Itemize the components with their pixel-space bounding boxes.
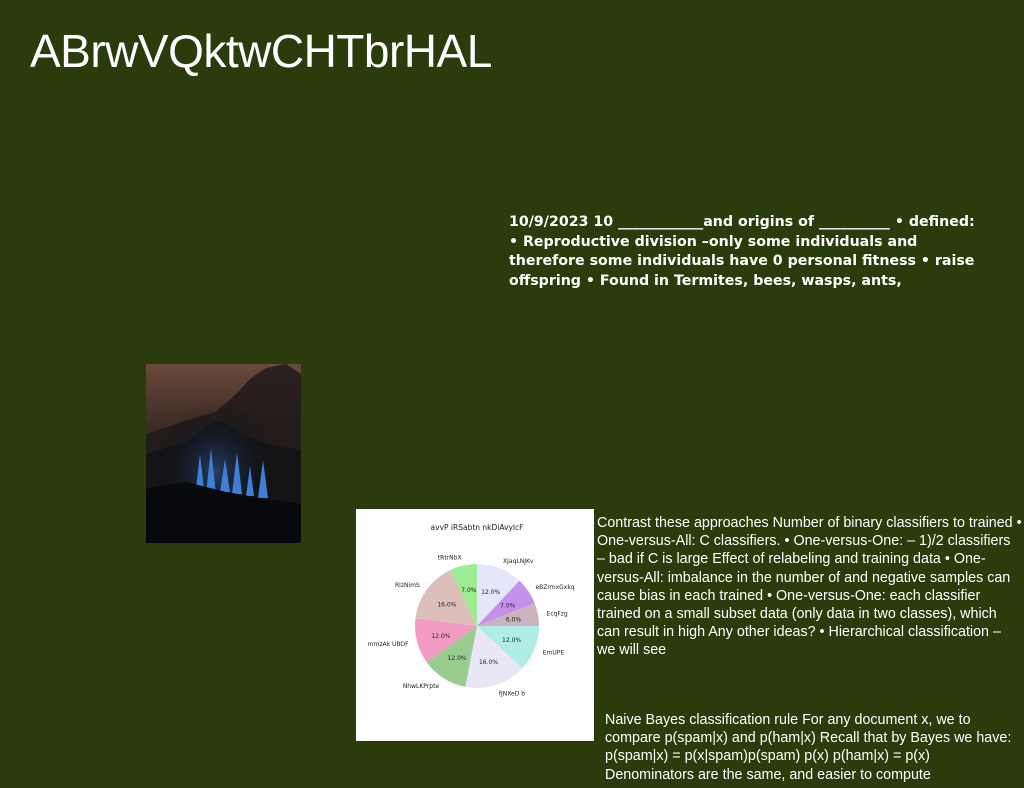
pie-category-label: XJaqLNJKv [503, 558, 534, 565]
pie-category-label: eBZrmxGxkq [535, 584, 574, 591]
pie-percent-label: 12.0% [448, 655, 467, 662]
naive-bayes-paragraph: Naive Bayes classification rule For any … [605, 712, 1012, 783]
classification-paragraph: Contrast these approaches Number of bina… [597, 515, 1022, 659]
night-forest-photo [146, 364, 301, 543]
pie-category-label: NhwLKPrpte [403, 683, 440, 690]
pie-category-label: fJNXeD b [499, 691, 525, 698]
pie-percent-label: 16.0% [479, 659, 498, 666]
pie-category-label: EmUPE [543, 650, 565, 657]
slide-title: ABrwVQktwCHTbrHAL [30, 25, 492, 77]
bold-text-block: 10/9/2023 10 ____________and origins of … [509, 214, 975, 289]
pie-percent-label: 7.0% [500, 603, 516, 610]
pie-percent-label: 6.0% [506, 617, 522, 624]
pie-category-label: tRtrNbX [438, 555, 462, 562]
pie-percent-label: 16.0% [437, 602, 456, 609]
pie-category-label: mmzAk UBOF [368, 641, 409, 648]
chart-title: avvP iRSabtn nkDiAvylcF [431, 523, 524, 532]
pie-chart: avvP iRSabtn nkDiAvylcF 12.0% XJaqLNJKv 7.… [356, 509, 594, 741]
pie-category-label: EcqFzg [546, 610, 567, 617]
pie-percent-label: 12.0% [431, 633, 450, 640]
pie-percent-label: 12.0% [502, 637, 521, 644]
pie-category-label: RlzNimS [395, 582, 420, 589]
pie-percent-label: 7.0% [461, 587, 477, 594]
pie-percent-label: 12.0% [481, 589, 500, 596]
